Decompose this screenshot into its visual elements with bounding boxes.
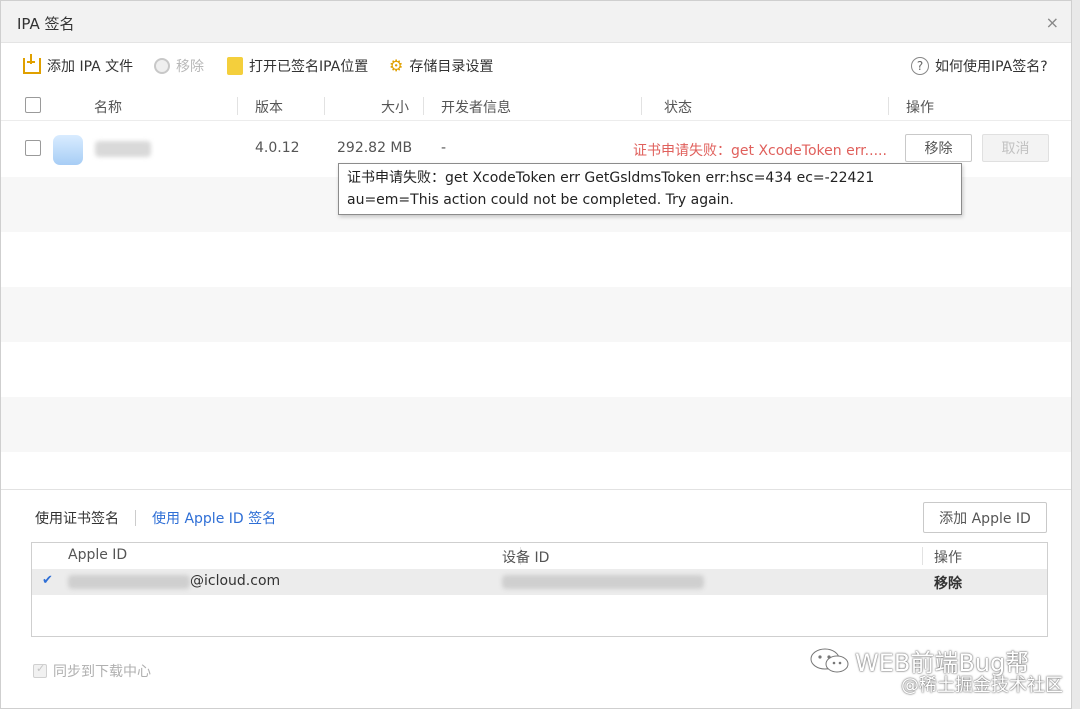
apple-id-redacted [68,575,190,589]
wechat-logo-icon [810,648,849,673]
sync-checkbox[interactable] [33,662,47,678]
tab-apple-id-signing[interactable]: 使用 Apple ID 签名 [152,508,276,528]
header-divider [237,97,238,115]
header-status: 状态 [664,100,692,116]
header-divider [324,97,325,115]
header-divider [922,547,923,565]
header-divider [423,97,424,115]
apple-id-row[interactable]: ✔ @icloud.com 移除 [32,569,1047,595]
help-label: 如何使用IPA签名? [935,59,1048,75]
table-row [1,232,1071,287]
header-apple-actions: 操作 [934,550,962,566]
header-device-id: 设备 ID [502,550,550,566]
add-ipa-button[interactable]: 添加 IPA 文件 [23,54,134,77]
apple-id-table: Apple ID 设备 ID 操作 ✔ @icloud.com 移除 [31,542,1048,637]
storage-settings-button[interactable]: ⚙ 存储目录设置 [389,55,493,77]
storage-settings-label: 存储目录设置 [409,59,494,75]
remove-circle-icon [154,58,170,74]
row-version: 4.0.12 [255,140,300,156]
table-row [1,452,1071,488]
header-apple-id: Apple ID [68,547,128,563]
header-actions: 操作 [906,100,934,116]
folder-icon [227,57,243,75]
tab-certificate-signing[interactable]: 使用证书签名 [35,508,119,528]
close-icon[interactable]: × [1046,13,1059,32]
help-link[interactable]: ? 如何使用IPA签名? [911,55,1048,77]
apple-id-table-header: Apple ID 设备 ID 操作 [32,543,1047,569]
header-size: 大小 [381,100,409,116]
sync-download-center[interactable]: 同步到下载中心 [33,661,151,681]
ipa-table-header: 名称 版本 大小 开发者信息 状态 操作 [1,91,1071,121]
tab-divider [135,510,136,526]
row-checkbox[interactable] [25,140,41,156]
watermark: WEB前端Bug帮 @稀土掘金技术社区 [807,641,1069,707]
section-divider [1,489,1071,490]
apple-id-domain: @icloud.com [190,573,281,589]
row-developer: - [441,140,447,156]
header-version: 版本 [255,100,283,116]
signing-method-tabs: 使用证书签名 使用 Apple ID 签名 [35,507,276,529]
header-name: 名称 [94,100,122,116]
header-divider [641,97,642,115]
toolbar: 添加 IPA 文件 移除 打开已签名IPA位置 ⚙ 存储目录设置 ? 如何使用I… [1,51,1071,81]
device-id-redacted [502,575,704,589]
help-circle-icon: ? [911,57,929,75]
add-file-icon [23,54,41,74]
select-all-checkbox[interactable] [25,97,41,113]
add-ipa-label: 添加 IPA 文件 [47,59,134,75]
selected-check-icon: ✔ [42,573,53,588]
ipa-sign-window: IPA 签名 × 添加 IPA 文件 移除 打开已签名IPA位置 ⚙ 存储目录设… [0,0,1072,709]
gear-icon: ⚙ [389,56,404,75]
apple-id-remove-button[interactable]: 移除 [934,573,962,593]
title-bar: IPA 签名 × [1,1,1071,43]
row-size: 292.82 MB [337,140,413,156]
remove-button[interactable]: 移除 [154,55,204,77]
open-signed-label: 打开已签名IPA位置 [249,59,369,75]
app-icon [53,135,83,165]
header-divider [888,97,889,115]
table-row [1,287,1071,342]
row-cancel-button[interactable]: 取消 [982,134,1049,162]
background-window-edge [1072,0,1080,709]
table-row [1,342,1071,397]
row-status-error[interactable]: 证书申请失败：get XcodeToken err..... [633,140,887,160]
add-apple-id-button[interactable]: 添加 Apple ID [923,502,1047,533]
table-row [1,397,1071,452]
app-name-redacted [95,141,151,157]
error-tooltip: 证书申请失败：get XcodeToken err GetGsldmsToken… [338,163,962,215]
open-signed-location-button[interactable]: 打开已签名IPA位置 [227,55,368,77]
row-remove-button[interactable]: 移除 [905,134,972,162]
window-title: IPA 签名 [17,15,75,33]
header-developer: 开发者信息 [441,100,511,116]
sync-label: 同步到下载中心 [53,664,151,680]
watermark-line2: @稀土掘金技术社区 [901,675,1063,696]
remove-label: 移除 [176,59,204,75]
